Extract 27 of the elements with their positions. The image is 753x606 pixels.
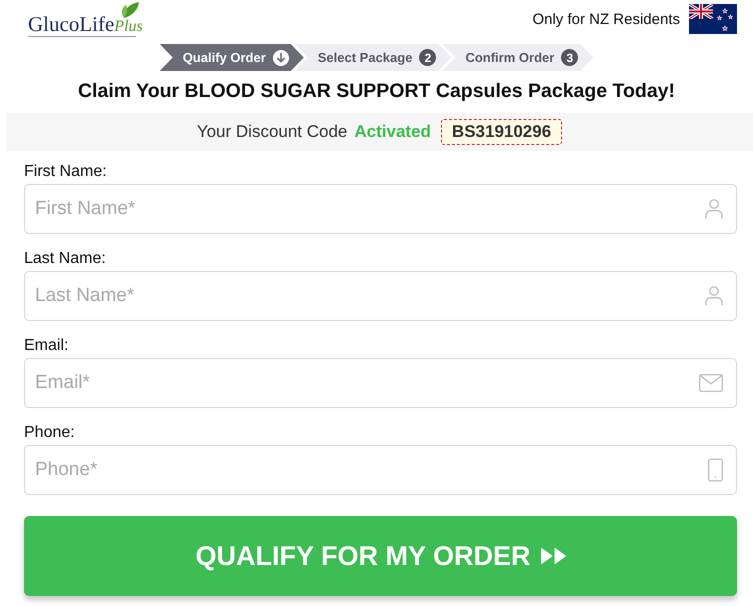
step-number: 3 <box>561 49 578 66</box>
logo-wordmark: GlucoLife <box>28 13 114 35</box>
discount-label: Your Discount Code <box>196 122 348 142</box>
input-field[interactable]: First Name* <box>24 184 737 234</box>
submit-button[interactable]: QUALIFY FOR MY ORDER <box>24 516 737 596</box>
step-label: Select Package <box>318 50 412 65</box>
step-label: Confirm Order <box>465 50 554 65</box>
step-label: Qualify Order <box>182 50 266 65</box>
logo-suffix: Plus <box>114 19 143 35</box>
field-label: Phone: <box>24 423 75 443</box>
step-number: 2 <box>419 49 436 66</box>
flag-icon <box>689 4 737 34</box>
mail-icon <box>699 374 723 392</box>
field-label: Email: <box>24 336 68 356</box>
discount-status: Activated <box>354 122 431 142</box>
input-field[interactable]: Email* <box>24 358 737 408</box>
field-label: First Name: <box>24 162 107 182</box>
input-field[interactable]: Last Name* <box>24 271 737 321</box>
phone-icon <box>708 458 723 482</box>
person-icon <box>705 199 723 219</box>
page-headline: Claim Your BLOOD SUGAR SUPPORT Capsules Package Today! <box>76 79 676 103</box>
person-icon <box>705 286 723 306</box>
double-arrow-icon <box>540 547 566 565</box>
residency-notice: Only for NZ Residents <box>532 10 680 28</box>
discount-code: BS31910296 <box>440 119 562 145</box>
field-label: Last Name: <box>24 249 106 269</box>
input-field[interactable]: Phone* <box>24 445 737 495</box>
